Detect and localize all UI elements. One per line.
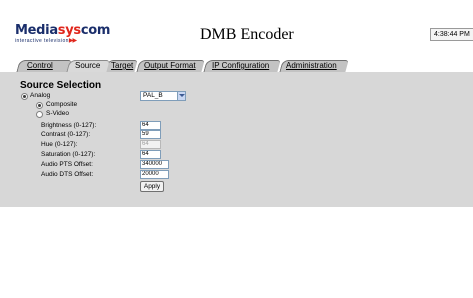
contrast-label: Contrast (0-127): bbox=[41, 131, 91, 138]
logo-suffix: com bbox=[80, 23, 111, 38]
tab-output-format[interactable]: Output Format bbox=[144, 61, 196, 71]
page-title: DMB Encoder bbox=[200, 26, 294, 43]
tab-target[interactable]: Target bbox=[111, 61, 133, 71]
audio-dts-offset-input[interactable]: 20000 bbox=[140, 170, 169, 179]
analog-radio[interactable] bbox=[21, 93, 28, 100]
saturation-input[interactable]: 64 bbox=[140, 150, 161, 159]
source-panel bbox=[0, 72, 473, 207]
composite-label: Composite bbox=[46, 101, 78, 108]
saturation-label: Saturation (0-127): bbox=[41, 151, 96, 158]
logo-accent: sys bbox=[57, 23, 81, 38]
brightness-label: Brightness (0-127): bbox=[41, 122, 97, 129]
section-title: Source Selection bbox=[20, 80, 102, 91]
tab-administration[interactable]: Administration bbox=[286, 61, 337, 71]
svideo-label: S-Video bbox=[46, 110, 70, 117]
brightness-input[interactable]: 64 bbox=[140, 121, 161, 130]
chevron-down-icon[interactable] bbox=[177, 92, 185, 100]
tab-bar: Control Source Target Output Format IP C… bbox=[0, 60, 473, 72]
audio-pts-offset-label: Audio PTS Offset: bbox=[41, 161, 93, 168]
contrast-input[interactable]: 59 bbox=[140, 130, 161, 139]
logo-tagline-text: interactive television bbox=[15, 38, 69, 44]
tab-source[interactable]: Source bbox=[75, 61, 100, 71]
page: Mediasyscom interactive television▶▶ DMB… bbox=[0, 0, 473, 298]
tab-ip-configuration[interactable]: IP Configuration bbox=[212, 61, 269, 71]
clock-display: 4:38:44 PM bbox=[430, 28, 473, 41]
video-standard-select[interactable]: PAL_B bbox=[140, 91, 186, 101]
analog-label: Analog bbox=[30, 92, 51, 99]
hue-input: 64 bbox=[140, 140, 161, 149]
logo: Mediasyscom interactive television▶▶ bbox=[15, 24, 123, 46]
hue-label: Hue (0-127): bbox=[41, 141, 78, 148]
logo-prefix: Media bbox=[15, 23, 58, 38]
svideo-radio[interactable] bbox=[36, 111, 43, 118]
composite-radio[interactable] bbox=[36, 102, 43, 109]
tab-control[interactable]: Control bbox=[27, 61, 53, 71]
fast-forward-icon: ▶▶ bbox=[68, 38, 77, 44]
audio-pts-offset-input[interactable]: 340000 bbox=[140, 160, 169, 169]
video-standard-value: PAL_B bbox=[143, 92, 163, 99]
audio-dts-offset-label: Audio DTS Offset: bbox=[41, 171, 94, 178]
apply-button[interactable]: Apply bbox=[140, 181, 164, 192]
logo-tagline: interactive television▶▶ bbox=[15, 38, 123, 44]
logo-wordmark: Mediasyscom bbox=[15, 24, 123, 37]
